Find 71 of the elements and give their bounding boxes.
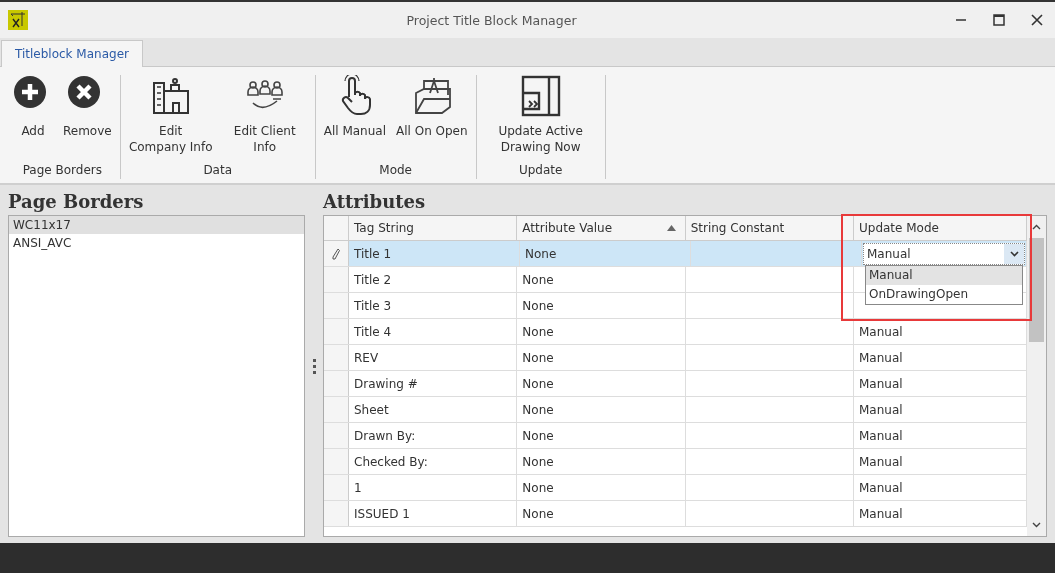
table-cell: Manual — [854, 423, 1027, 448]
table-row[interactable]: REV None Manual — [324, 345, 1027, 371]
building-icon — [150, 75, 191, 117]
column-header[interactable]: Update Mode — [854, 216, 1027, 240]
table-cell: None — [517, 449, 686, 474]
chevron-down-icon — [1009, 250, 1019, 257]
panel-title: Page Borders — [8, 190, 145, 214]
group-label: Data — [202, 163, 234, 179]
pencil-icon — [332, 247, 340, 260]
ribbon-button[interactable]: Edit Client Info — [218, 75, 311, 163]
table-cell: None — [517, 293, 686, 318]
table-row[interactable]: Sheet None Manual — [324, 397, 1027, 423]
table-cell: Drawn By: — [349, 423, 518, 448]
maximize-icon — [993, 14, 1005, 26]
table-cell: Manual — [854, 501, 1027, 526]
table-cell: Manual — [854, 397, 1027, 422]
table-row[interactable]: 1 None Manual — [324, 475, 1027, 501]
ribbon-button[interactable]: Remove — [59, 75, 116, 163]
ribbon-button[interactable]: All Manual — [319, 75, 390, 163]
dropdown-field[interactable]: Manual — [863, 242, 1025, 265]
scroll-up-icon — [1032, 224, 1041, 230]
splitter-grip-icon — [312, 358, 316, 374]
minimize-icon — [955, 19, 967, 21]
list-item[interactable]: WC11x17 — [9, 216, 304, 234]
table-cell: 1 — [349, 475, 518, 500]
ribbon-button[interactable]: Update Active Drawing Now — [480, 75, 601, 163]
table-cell: Title 4 — [349, 319, 518, 344]
table-cell: ISSUED 1 — [349, 501, 518, 526]
group-label: Page Borders — [21, 163, 104, 179]
table-row[interactable]: ISSUED 1 None Manual — [324, 501, 1027, 527]
close-icon — [1031, 14, 1043, 26]
table-cell: Manual — [854, 475, 1027, 500]
table-row[interactable]: Title 4 None Manual — [324, 319, 1027, 345]
table-cell: None — [517, 319, 686, 344]
app-logo-icon — [8, 10, 28, 30]
scroll-down-icon — [1032, 522, 1041, 528]
group-label: Mode — [378, 163, 413, 179]
table-cell: None — [517, 397, 686, 422]
table-cell: Manual — [854, 319, 1027, 344]
list-item[interactable]: ANSI_AVC — [9, 234, 304, 252]
table-cell: None — [517, 501, 686, 526]
table-row[interactable]: Checked By: None Manual — [324, 449, 1027, 475]
column-header[interactable]: Tag String — [349, 216, 518, 240]
ribbon-button[interactable]: Add — [9, 75, 57, 163]
table-cell: Manual — [854, 345, 1027, 370]
group-label: Update — [517, 163, 564, 179]
ribbon-button[interactable]: All On Open — [392, 75, 472, 163]
table-cell: Title 1 — [349, 241, 520, 266]
column-header[interactable]: String Constant — [685, 216, 854, 240]
table-cell: REV — [349, 345, 518, 370]
table-cell: Checked By: — [349, 449, 518, 474]
ribbon-tab[interactable]: Titleblock Manager — [1, 40, 143, 67]
table-cell: Sheet — [349, 397, 518, 422]
window-title: Project Title Block Manager — [405, 12, 578, 28]
table-cell: Drawing # — [349, 371, 518, 396]
dropdown-option[interactable]: Manual — [866, 266, 1022, 285]
table-cell: None — [517, 423, 686, 448]
table-cell: Title 3 — [349, 293, 518, 318]
table-cell: None — [520, 241, 691, 266]
table-cell: None — [517, 267, 686, 292]
panel-title: Attributes — [323, 190, 427, 214]
table-cell: None — [517, 371, 686, 396]
table-cell: None — [517, 475, 686, 500]
ribbon-button[interactable]: Edit Company Info — [124, 75, 217, 163]
table-cell: None — [517, 345, 686, 370]
table-row[interactable]: Drawing # None Manual — [324, 371, 1027, 397]
table-row[interactable]: Drawn By: None Manual — [324, 423, 1027, 449]
column-header[interactable]: Attribute Value — [517, 216, 686, 240]
table-cell: Title 2 — [349, 267, 518, 292]
table-cell: Manual — [854, 371, 1027, 396]
table-cell: Manual — [854, 449, 1027, 474]
